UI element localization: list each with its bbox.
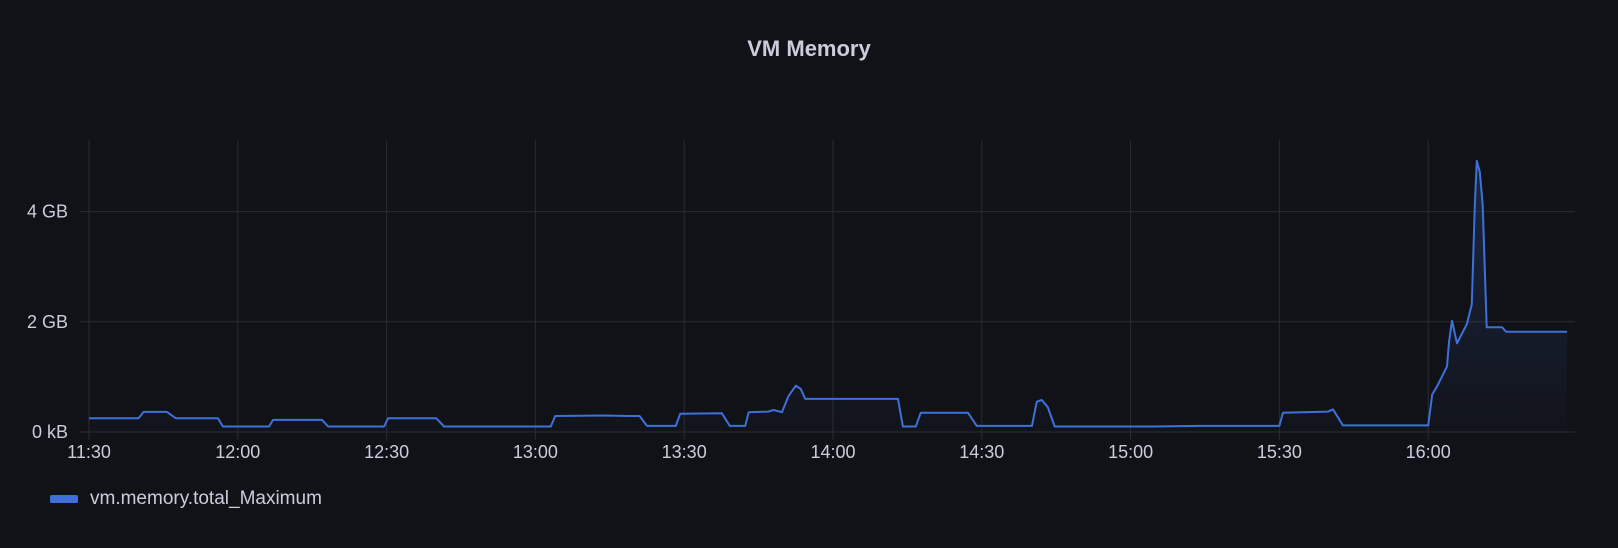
series-line[interactable] — [89, 159, 1568, 428]
x-axis: 11:30 12:00 12:30 13:00 13:30 14:00 14:30 15:00… — [67, 442, 1451, 462]
chart-plot: 0 kB 2 GB 4 GB 11:30 12:00 12:30 13:00 13:30 14… — [27, 140, 1575, 462]
y-tick-label: 2 GB — [27, 312, 68, 332]
legend-label: vm.memory.total_Maximum — [90, 488, 322, 509]
x-tick-label: 13:30 — [662, 442, 707, 462]
x-tick-label: 12:00 — [215, 442, 260, 462]
legend-item[interactable]: vm.memory.total_Maximum — [50, 488, 322, 510]
x-tick-label: 15:30 — [1257, 442, 1302, 462]
x-tick-label: 12:30 — [364, 442, 409, 462]
x-tick-label: 11:30 — [67, 442, 111, 462]
y-axis: 0 kB 2 GB 4 GB — [27, 202, 68, 442]
series-area — [89, 160, 1568, 432]
grid — [80, 140, 1575, 440]
x-tick-label: 16:00 — [1406, 442, 1451, 462]
y-tick-label: 0 kB — [32, 422, 68, 442]
x-tick-label: 13:00 — [513, 442, 558, 462]
x-tick-label: 15:00 — [1108, 442, 1153, 462]
x-tick-label: 14:30 — [959, 442, 1004, 462]
legend-swatch-icon — [50, 495, 78, 503]
y-tick-label: 4 GB — [27, 202, 68, 222]
x-tick-label: 14:00 — [810, 442, 855, 462]
